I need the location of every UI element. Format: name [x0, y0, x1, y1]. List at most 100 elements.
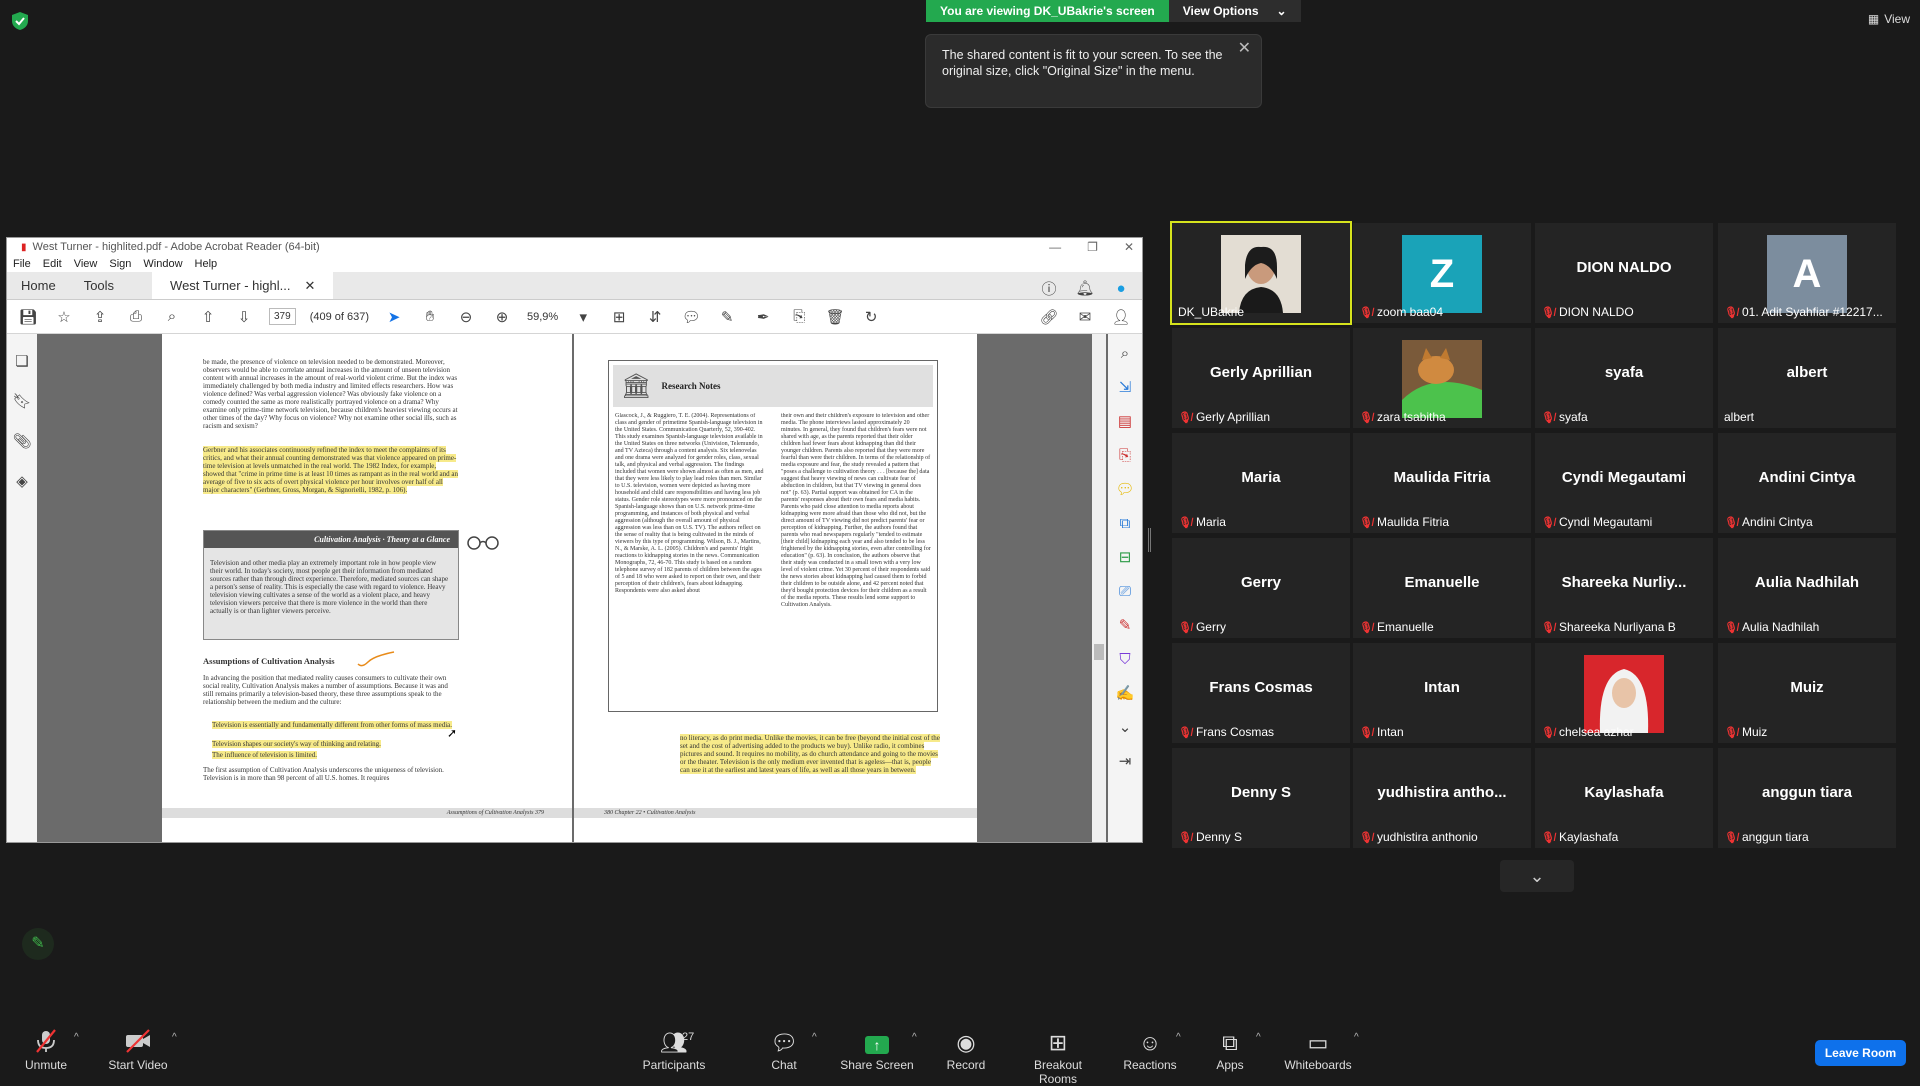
video-options-caret[interactable]: ^: [172, 1032, 177, 1043]
organize-pages-icon[interactable]: ▤: [1114, 410, 1136, 432]
fit-page-icon[interactable]: ⊞: [608, 306, 630, 328]
participants-button[interactable]: 👥︎ 27 Participants: [638, 1028, 710, 1072]
participant-tile[interactable]: Andini Cintya 🎙︎̸ Andini Cintya: [1718, 433, 1896, 533]
select-arrow-icon[interactable]: ➤: [383, 306, 405, 328]
mail-icon[interactable]: ✉: [1074, 306, 1096, 328]
record-button[interactable]: ◉ Record: [942, 1028, 990, 1072]
participant-tile[interactable]: Shareeka Nurliy... 🎙︎̸ Shareeka Nurliyana …: [1535, 538, 1713, 638]
participant-tile[interactable]: Frans Cosmas 🎙︎̸ Frans Cosmas: [1172, 643, 1350, 743]
close-icon[interactable]: ✕: [1238, 41, 1251, 57]
star-icon[interactable]: ☆: [53, 306, 75, 328]
scan-ocr-icon[interactable]: ⎚: [1114, 580, 1136, 602]
whiteboard-options-caret[interactable]: ^: [1354, 1032, 1359, 1043]
menu-file[interactable]: File: [13, 258, 31, 270]
participant-tile[interactable]: Intan 🎙︎̸ Intan: [1353, 643, 1531, 743]
close-tab-icon[interactable]: ✕: [304, 278, 315, 294]
gallery-next-page-button[interactable]: ⌄: [1500, 860, 1574, 892]
compress-icon[interactable]: ⊟: [1114, 546, 1136, 568]
share-options-caret[interactable]: ^: [912, 1032, 917, 1043]
participant-tile[interactable]: yudhistira antho... 🎙︎̸ yudhistira anthoni…: [1353, 748, 1531, 848]
unmute-button[interactable]: Unmute ^: [18, 1028, 79, 1072]
collapse-pane-icon[interactable]: ⇥: [1114, 750, 1136, 772]
help-icon[interactable]: ⓘ: [1038, 277, 1060, 299]
highlight-pen-icon[interactable]: ✎: [716, 306, 738, 328]
menu-view[interactable]: View: [74, 258, 98, 270]
view-button[interactable]: ▦ View: [1868, 12, 1910, 26]
apps-options-caret[interactable]: ^: [1256, 1032, 1261, 1043]
participant-tile[interactable]: Emanuelle 🎙︎̸ Emanuelle: [1353, 538, 1531, 638]
create-pdf-icon[interactable]: ⎘: [1114, 444, 1136, 466]
search-icon[interactable]: ⌕: [1114, 342, 1136, 364]
vertical-scrollbar[interactable]: [1092, 334, 1106, 842]
upload-icon[interactable]: ⇪: [89, 306, 111, 328]
trash-icon[interactable]: 🗑︎: [824, 306, 846, 328]
participant-tile[interactable]: Denny S 🎙︎̸ Denny S: [1172, 748, 1350, 848]
next-page-icon[interactable]: ⇩: [233, 306, 255, 328]
rotate-icon[interactable]: ↻: [860, 306, 882, 328]
export-pdf-icon[interactable]: ⇲: [1114, 376, 1136, 398]
page-number-input[interactable]: 379: [269, 308, 296, 325]
participant-tile[interactable]: syafa 🎙︎̸ syafa: [1535, 328, 1713, 428]
tab-tools[interactable]: Tools: [70, 272, 128, 299]
close-window-icon[interactable]: ✕: [1124, 240, 1134, 254]
participant-tile[interactable]: Maulida Fitria 🎙︎̸ Maulida Fitria: [1353, 433, 1531, 533]
security-shield-icon[interactable]: [12, 12, 28, 30]
comment-tool-icon[interactable]: 💬︎: [1114, 478, 1136, 500]
menu-window[interactable]: Window: [143, 258, 182, 270]
participant-tile[interactable]: Aulia Nadhilah 🎙︎̸ Aulia Nadhilah: [1718, 538, 1896, 638]
link-icon[interactable]: 🔗︎: [1038, 306, 1060, 328]
participant-tile[interactable]: DION NALDO 🎙︎̸ DION NALDO: [1535, 223, 1713, 323]
menu-edit[interactable]: Edit: [43, 258, 62, 270]
hand-icon[interactable]: ✋︎: [419, 306, 441, 328]
view-options-button[interactable]: View Options ⌄: [1168, 0, 1301, 22]
share-screen-button[interactable]: ↑ Share Screen ^: [838, 1028, 916, 1072]
breakout-rooms-button[interactable]: ⊞ Breakout Rooms: [1014, 1028, 1102, 1086]
leave-room-button[interactable]: Leave Room: [1815, 1040, 1906, 1066]
restore-icon[interactable]: ❐: [1087, 240, 1098, 254]
chat-button[interactable]: 💬︎ Chat ^: [762, 1028, 817, 1072]
menu-help[interactable]: Help: [195, 258, 218, 270]
reactions-button[interactable]: ☺ Reactions ^: [1122, 1028, 1181, 1072]
protect-icon[interactable]: ⛉: [1114, 648, 1136, 670]
sign-icon[interactable]: ✒: [752, 306, 774, 328]
account-icon[interactable]: ●: [1110, 277, 1132, 299]
bookmark-icon[interactable]: 🔖︎: [11, 390, 33, 412]
whiteboards-button[interactable]: ▭ Whiteboards ^: [1282, 1028, 1358, 1072]
chat-options-caret[interactable]: ^: [812, 1032, 817, 1043]
zoom-level[interactable]: 59,9%: [527, 311, 558, 323]
prev-page-icon[interactable]: ⇧: [197, 306, 219, 328]
participant-tile[interactable]: Gerly Aprillian 🎙︎̸ Gerly Aprillian: [1172, 328, 1350, 428]
participant-tile[interactable]: Kaylashafa 🎙︎̸ Kaylashafa: [1535, 748, 1713, 848]
participant-tile[interactable]: Muiz 🎙︎̸ Muiz: [1718, 643, 1896, 743]
participant-tile[interactable]: 🎙︎̸ chelsea azhar: [1535, 643, 1713, 743]
save-icon[interactable]: 💾︎: [17, 306, 39, 328]
scroll-mode-icon[interactable]: ⇵: [644, 306, 666, 328]
participant-tile[interactable]: DK_UBakrie: [1170, 221, 1352, 325]
reactions-options-caret[interactable]: ^: [1176, 1032, 1181, 1043]
pages-icon[interactable]: ❏: [11, 350, 33, 372]
print-icon[interactable]: ⎙: [125, 306, 147, 328]
bell-icon[interactable]: 🔔︎: [1074, 277, 1096, 299]
participant-tile[interactable]: anggun tiara 🎙︎̸ anggun tiara: [1718, 748, 1896, 848]
apps-button[interactable]: ⧉ Apps ^: [1212, 1028, 1260, 1072]
fill-sign-icon[interactable]: ✍: [1114, 682, 1136, 704]
audio-options-caret[interactable]: ^: [74, 1032, 79, 1043]
splitter-handle[interactable]: [1148, 528, 1151, 552]
zoom-dropdown-icon[interactable]: ▾: [572, 306, 594, 328]
start-video-button[interactable]: Start Video ^: [106, 1028, 177, 1072]
layers-icon[interactable]: ◈: [11, 470, 33, 492]
zoom-out-icon[interactable]: ⊖: [455, 306, 477, 328]
comment-icon[interactable]: 💬︎: [680, 306, 702, 328]
participant-tile[interactable]: 🎙︎̸ zara tsabitha: [1353, 328, 1531, 428]
participant-tile[interactable]: Maria 🎙︎̸ Maria: [1172, 433, 1350, 533]
stamp-icon[interactable]: ⎘: [788, 306, 810, 328]
more-tools-icon[interactable]: ⌄: [1114, 716, 1136, 738]
participant-tile[interactable]: Z 🎙︎̸ zoom baa04: [1353, 223, 1531, 323]
menu-sign[interactable]: Sign: [109, 258, 131, 270]
tab-document[interactable]: West Turner - highl... ✕: [152, 272, 334, 299]
edit-pdf-icon[interactable]: ✎: [1114, 614, 1136, 636]
attachment-icon[interactable]: 📎︎: [11, 430, 33, 452]
scrollbar-thumb[interactable]: [1094, 644, 1104, 660]
participant-tile[interactable]: A 🎙︎̸ 01. Adit Syahfiar #12217...: [1718, 223, 1896, 323]
participant-tile[interactable]: albert albert: [1718, 328, 1896, 428]
